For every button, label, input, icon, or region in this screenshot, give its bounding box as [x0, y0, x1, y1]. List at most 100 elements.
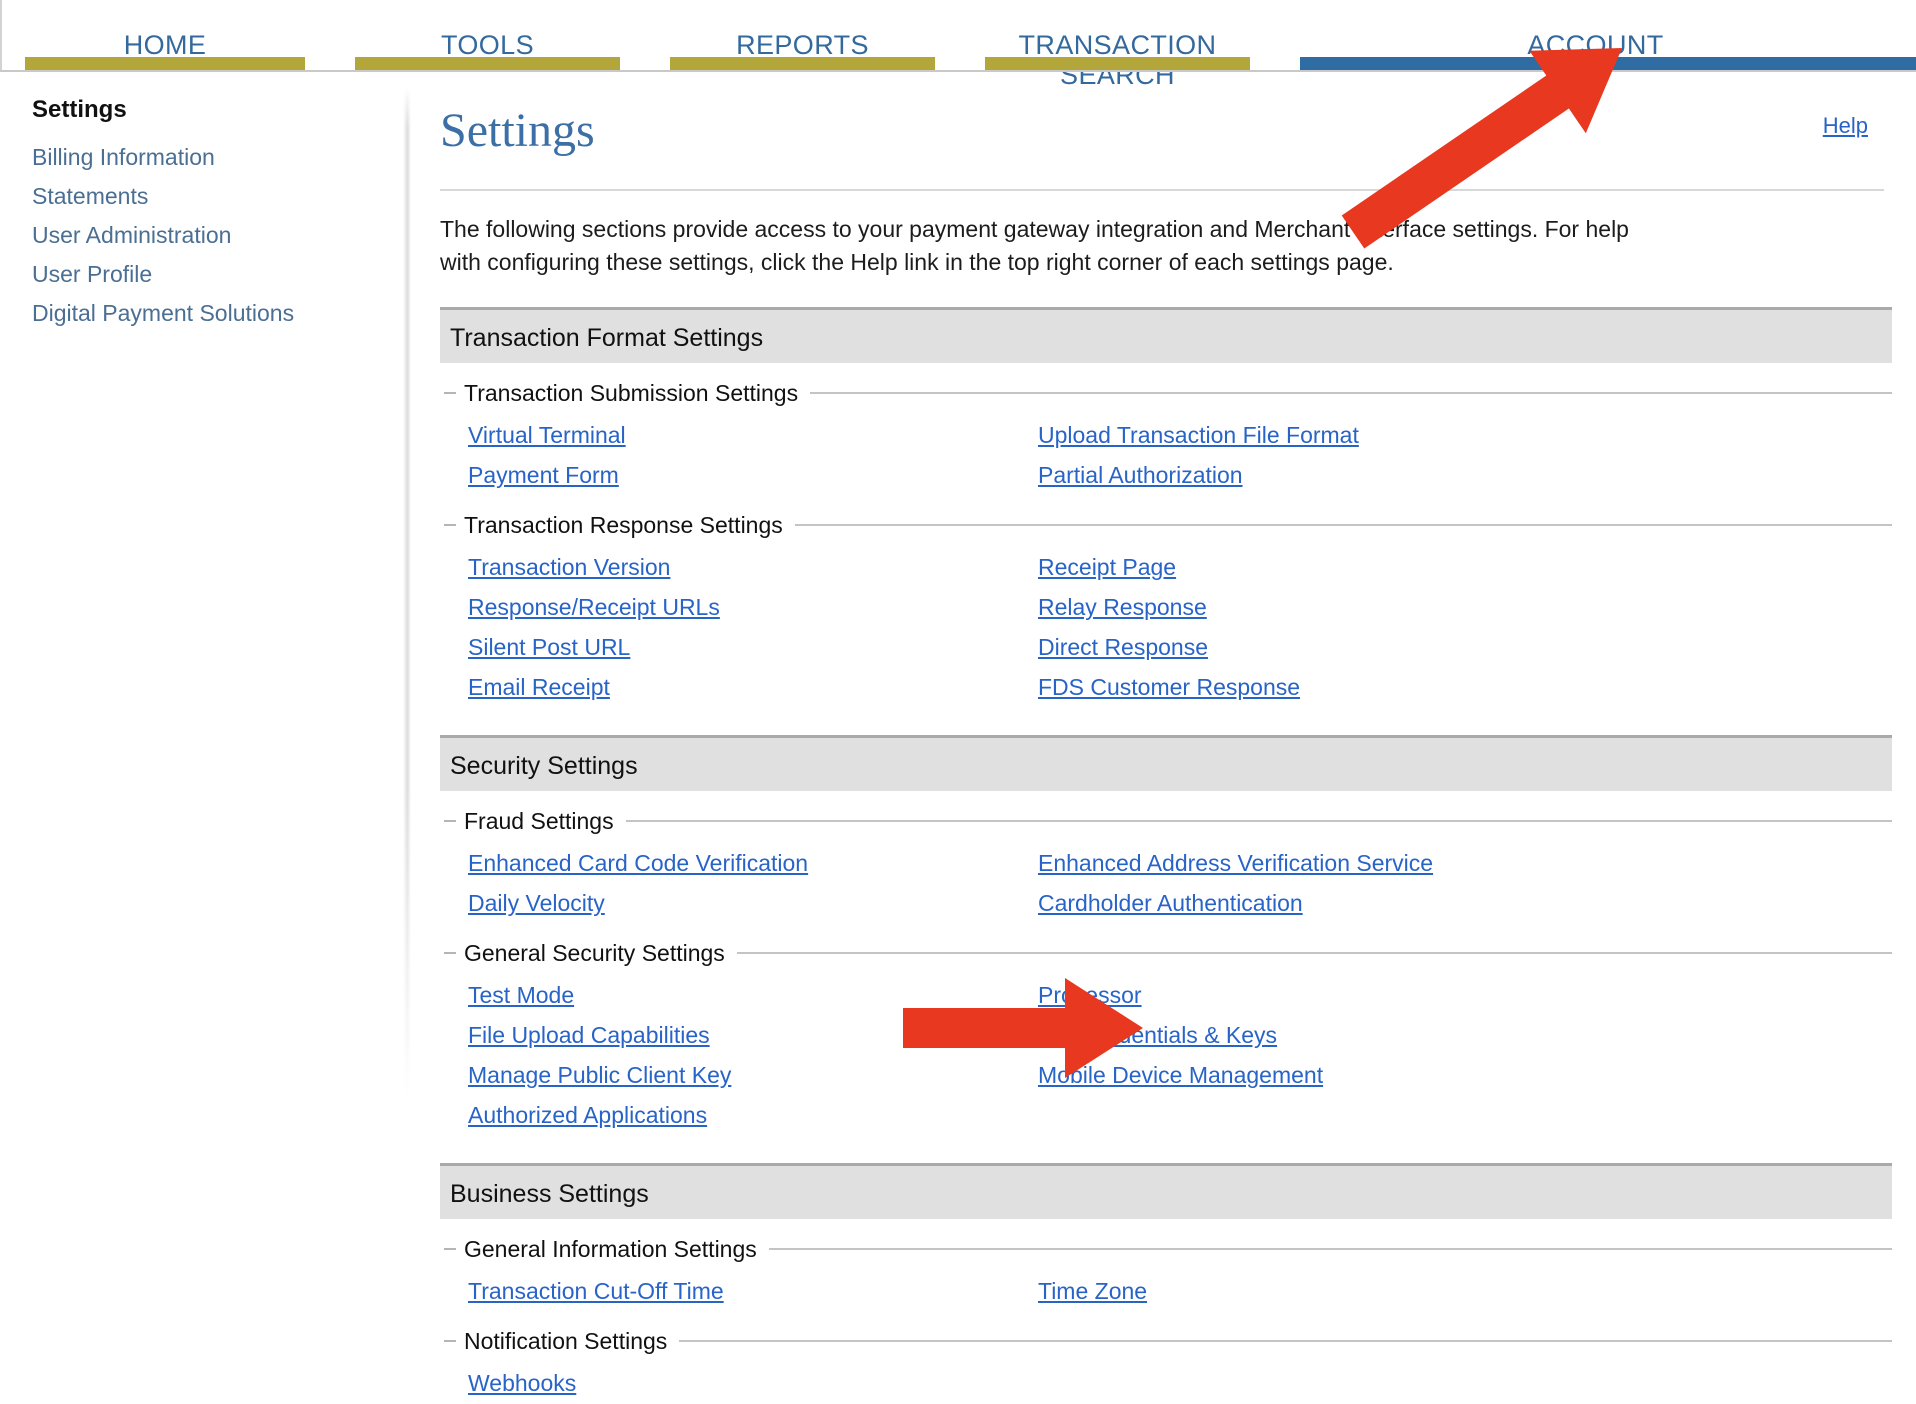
legend-rule	[810, 392, 1892, 394]
header-divider	[440, 189, 1884, 191]
nav-tab-underline	[1300, 57, 1916, 70]
nav-tab-tools[interactable]: TOOLS	[330, 0, 645, 80]
sidebar-item-statements[interactable]: Statements	[32, 180, 400, 213]
settings-link-response-receipt-urls[interactable]: Response/Receipt URLs	[468, 587, 720, 627]
settings-link-transaction-version[interactable]: Transaction Version	[468, 547, 670, 587]
settings-link-cardholder-authentication[interactable]: Cardholder Authentication	[1038, 883, 1303, 923]
settings-group: General Security Settings Test Mode Proces…	[444, 939, 1892, 1135]
settings-group: Transaction Submission Settings Virtual T…	[444, 379, 1892, 495]
legend-dash	[444, 524, 456, 526]
top-navigation-bar: HOME TOOLS REPORTS TRANSACTION SEARCH ACCOUN…	[0, 0, 1916, 90]
settings-link-time-zone[interactable]: Time Zone	[1038, 1271, 1147, 1311]
section-header: Transaction Format Settings	[440, 307, 1892, 363]
group-legend-label: Notification Settings	[464, 1328, 668, 1354]
nav-tab-list: HOME TOOLS REPORTS TRANSACTION SEARCH ACCOUN…	[0, 0, 1916, 90]
settings-link-receipt-page[interactable]: Receipt Page	[1038, 547, 1176, 587]
settings-link-mobile-device-management[interactable]: Mobile Device Management	[1038, 1055, 1323, 1095]
nav-tab-reports[interactable]: REPORTS	[645, 0, 960, 80]
nav-tab-label: REPORTS	[736, 30, 869, 60]
nav-tab-account[interactable]: ACCOUNT	[1275, 0, 1916, 80]
settings-link-grid: Transaction Version Receipt Page Response/…	[444, 547, 1892, 707]
settings-link-payment-form[interactable]: Payment Form	[468, 455, 619, 495]
settings-link-grid: Virtual Terminal Upload Transaction File …	[444, 415, 1892, 495]
settings-section: Transaction Format Settings Transaction S…	[440, 307, 1892, 707]
sidebar: Settings Billing Information Statements Us…	[0, 95, 400, 336]
group-legend-label: Transaction Response Settings	[464, 512, 783, 538]
settings-link-fds-customer-response[interactable]: FDS Customer Response	[1038, 667, 1300, 707]
sidebar-divider	[403, 88, 411, 1183]
settings-link-webhooks[interactable]: Webhooks	[468, 1363, 576, 1403]
nav-tab-underline	[355, 57, 620, 70]
group-legend-label: General Security Settings	[464, 940, 725, 966]
settings-link-upload-transaction-file-format[interactable]: Upload Transaction File Format	[1038, 415, 1359, 455]
settings-link-grid: Enhanced Card Code Verification Enhanced …	[444, 843, 1892, 923]
legend-rule	[679, 1340, 1892, 1342]
sidebar-item-user-administration[interactable]: User Administration	[32, 219, 400, 252]
settings-group: Transaction Response Settings Transaction…	[444, 511, 1892, 707]
settings-link-file-upload-capabilities[interactable]: File Upload Capabilities	[468, 1015, 710, 1055]
settings-section: Security Settings Fraud Settings Enhanced …	[440, 735, 1892, 1135]
settings-link-authorized-applications[interactable]: Authorized Applications	[468, 1095, 707, 1135]
legend-dash	[444, 1340, 456, 1342]
settings-sections: Transaction Format Settings Transaction S…	[440, 307, 1892, 1403]
settings-link-enhanced-card-code-verification[interactable]: Enhanced Card Code Verification	[468, 843, 808, 883]
nav-tab-home[interactable]: HOME	[0, 0, 330, 80]
settings-link-api-credentials-keys[interactable]: API Credentials & Keys	[1038, 1015, 1277, 1055]
legend-dash	[444, 952, 456, 954]
sidebar-title: Settings	[32, 96, 127, 123]
group-legend-row: Transaction Response Settings	[444, 511, 1892, 539]
legend-rule	[794, 524, 1892, 526]
settings-link-partial-authorization[interactable]: Partial Authorization	[1038, 455, 1243, 495]
section-header: Security Settings	[440, 735, 1892, 791]
nav-tab-label: ACCOUNT	[1527, 30, 1664, 60]
settings-link-transaction-cut-off-time[interactable]: Transaction Cut-Off Time	[468, 1271, 724, 1311]
legend-rule	[625, 820, 1892, 822]
sidebar-item-list: Billing Information Statements User Admini…	[32, 141, 400, 330]
settings-link-silent-post-url[interactable]: Silent Post URL	[468, 627, 630, 667]
page-title: Settings	[440, 104, 595, 157]
settings-group: Fraud Settings Enhanced Card Code Verific…	[444, 807, 1892, 923]
nav-tab-underline	[985, 57, 1250, 70]
settings-link-email-receipt[interactable]: Email Receipt	[468, 667, 610, 707]
group-legend-row: General Information Settings	[444, 1235, 1892, 1263]
nav-tab-underline	[670, 57, 935, 70]
legend-dash	[444, 1248, 456, 1250]
settings-link-grid: Webhooks	[444, 1363, 1892, 1403]
nav-tab-transaction-search[interactable]: TRANSACTION SEARCH	[960, 0, 1275, 90]
settings-group: General Information Settings Transaction …	[444, 1235, 1892, 1311]
legend-rule	[768, 1248, 1892, 1250]
sidebar-item-digital-payment-solutions[interactable]: Digital Payment Solutions	[32, 297, 400, 330]
group-legend-row: Fraud Settings	[444, 807, 1892, 835]
nav-tab-label: HOME	[123, 30, 207, 60]
settings-link-manage-public-client-key[interactable]: Manage Public Client Key	[468, 1055, 731, 1095]
nav-tab-label: TOOLS	[440, 30, 535, 60]
settings-link-daily-velocity[interactable]: Daily Velocity	[468, 883, 605, 923]
group-legend-row: Transaction Submission Settings	[444, 379, 1892, 407]
settings-link-enhanced-address-verification-service[interactable]: Enhanced Address Verification Service	[1038, 843, 1433, 883]
group-legend-row: Notification Settings	[444, 1327, 1892, 1355]
legend-rule	[736, 952, 1892, 954]
settings-link-grid: Test Mode Processor File Upload Capabiliti…	[444, 975, 1892, 1135]
settings-link-grid: Transaction Cut-Off Time Time Zone	[444, 1271, 1892, 1311]
group-legend-label: General Information Settings	[464, 1236, 757, 1262]
settings-group: Notification Settings Webhooks	[444, 1327, 1892, 1403]
nav-tab-underline	[25, 57, 305, 70]
section-header: Business Settings	[440, 1163, 1892, 1219]
settings-link-direct-response[interactable]: Direct Response	[1038, 627, 1208, 667]
settings-link-virtual-terminal[interactable]: Virtual Terminal	[468, 415, 626, 455]
page-header: Settings Help	[440, 95, 1892, 183]
settings-link-test-mode[interactable]: Test Mode	[468, 975, 574, 1015]
help-link[interactable]: Help	[1823, 113, 1868, 139]
legend-dash	[444, 392, 456, 394]
group-legend-row: General Security Settings	[444, 939, 1892, 967]
group-legend-label: Fraud Settings	[464, 808, 614, 834]
sidebar-item-billing-information[interactable]: Billing Information	[32, 141, 400, 174]
nav-baseline-rule	[0, 70, 1916, 72]
legend-dash	[444, 820, 456, 822]
group-legend-label: Transaction Submission Settings	[464, 380, 799, 406]
settings-link-processor[interactable]: Processor	[1038, 975, 1142, 1015]
sidebar-item-user-profile[interactable]: User Profile	[32, 258, 400, 291]
settings-section: Business Settings General Information Set…	[440, 1163, 1892, 1403]
intro-paragraph: The following sections provide access to…	[440, 216, 1629, 275]
settings-link-relay-response[interactable]: Relay Response	[1038, 587, 1207, 627]
